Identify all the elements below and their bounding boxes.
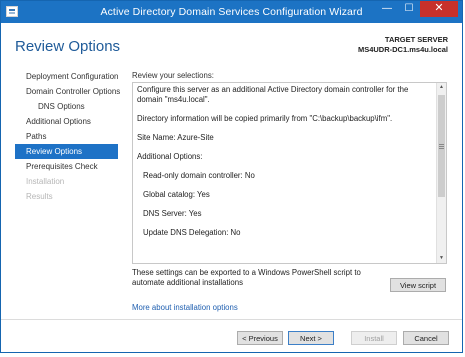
review-scrollbar[interactable]: ▲ ▼ xyxy=(436,83,446,263)
cancel-button[interactable]: Cancel xyxy=(403,331,449,345)
nav-item-deployment-configuration[interactable]: Deployment Configuration xyxy=(15,69,119,84)
export-description: These settings can be exported to a Wind… xyxy=(132,268,361,287)
nav-item-additional-options[interactable]: Additional Options xyxy=(15,114,118,129)
nav-item-results: Results xyxy=(26,192,53,201)
more-info-link[interactable]: More about installation options xyxy=(132,303,238,312)
next-button[interactable]: Next > xyxy=(288,331,334,345)
close-button[interactable]: ✕ xyxy=(420,1,458,17)
scroll-up-icon[interactable]: ▲ xyxy=(437,83,446,92)
review-line: Site Name: Azure-Site xyxy=(137,133,214,142)
nav-item-dns-options[interactable]: DNS Options xyxy=(15,99,118,114)
minimize-button[interactable]: — xyxy=(376,1,398,17)
review-line: Read-only domain controller: No xyxy=(143,171,255,180)
review-line: Directory information will be copied pri… xyxy=(137,114,393,123)
nav-item-review-options[interactable]: Review Options xyxy=(15,144,118,159)
scroll-down-icon[interactable]: ▼ xyxy=(437,254,446,263)
review-textbox[interactable]: Configure this server as an additional A… xyxy=(132,82,447,264)
wizard-nav: Deployment Configuration Domain Controlle… xyxy=(15,69,120,204)
nav-item-prerequisites-check[interactable]: Prerequisites Check xyxy=(15,159,118,174)
wizard-window: Active Directory Domain Services Configu… xyxy=(0,0,463,353)
review-text: Configure this server as an additional A… xyxy=(137,85,429,238)
previous-button[interactable]: < Previous xyxy=(237,331,283,345)
review-line: Configure this server as an additional A… xyxy=(137,85,409,104)
target-server-label: TARGET SERVER xyxy=(384,35,448,44)
install-button[interactable]: Install xyxy=(351,331,397,345)
scroll-thumb[interactable] xyxy=(438,95,445,197)
maximize-button[interactable]: ☐ xyxy=(398,1,420,17)
wizard-header: Review Options TARGET SERVER MS4UDR-DC1.… xyxy=(1,23,462,61)
footer-divider xyxy=(1,319,462,320)
nav-item-installation: Installation xyxy=(26,177,65,186)
page-title: Review Options xyxy=(15,38,121,55)
target-server-name: MS4UDR-DC1.ms4u.local xyxy=(357,45,448,54)
title-bar[interactable]: Active Directory Domain Services Configu… xyxy=(1,1,462,23)
grip-icon xyxy=(439,144,444,145)
nav-item-domain-controller-options[interactable]: Domain Controller Options xyxy=(15,84,120,99)
review-label: Review your selections: xyxy=(132,71,214,80)
review-line: DNS Server: Yes xyxy=(143,209,202,218)
nav-item-paths[interactable]: Paths xyxy=(15,129,118,144)
review-line: Global catalog: Yes xyxy=(143,190,210,199)
review-line: Update DNS Delegation: No xyxy=(143,228,241,237)
view-script-button[interactable]: View script xyxy=(390,278,446,292)
review-line: Additional Options: xyxy=(137,152,203,161)
